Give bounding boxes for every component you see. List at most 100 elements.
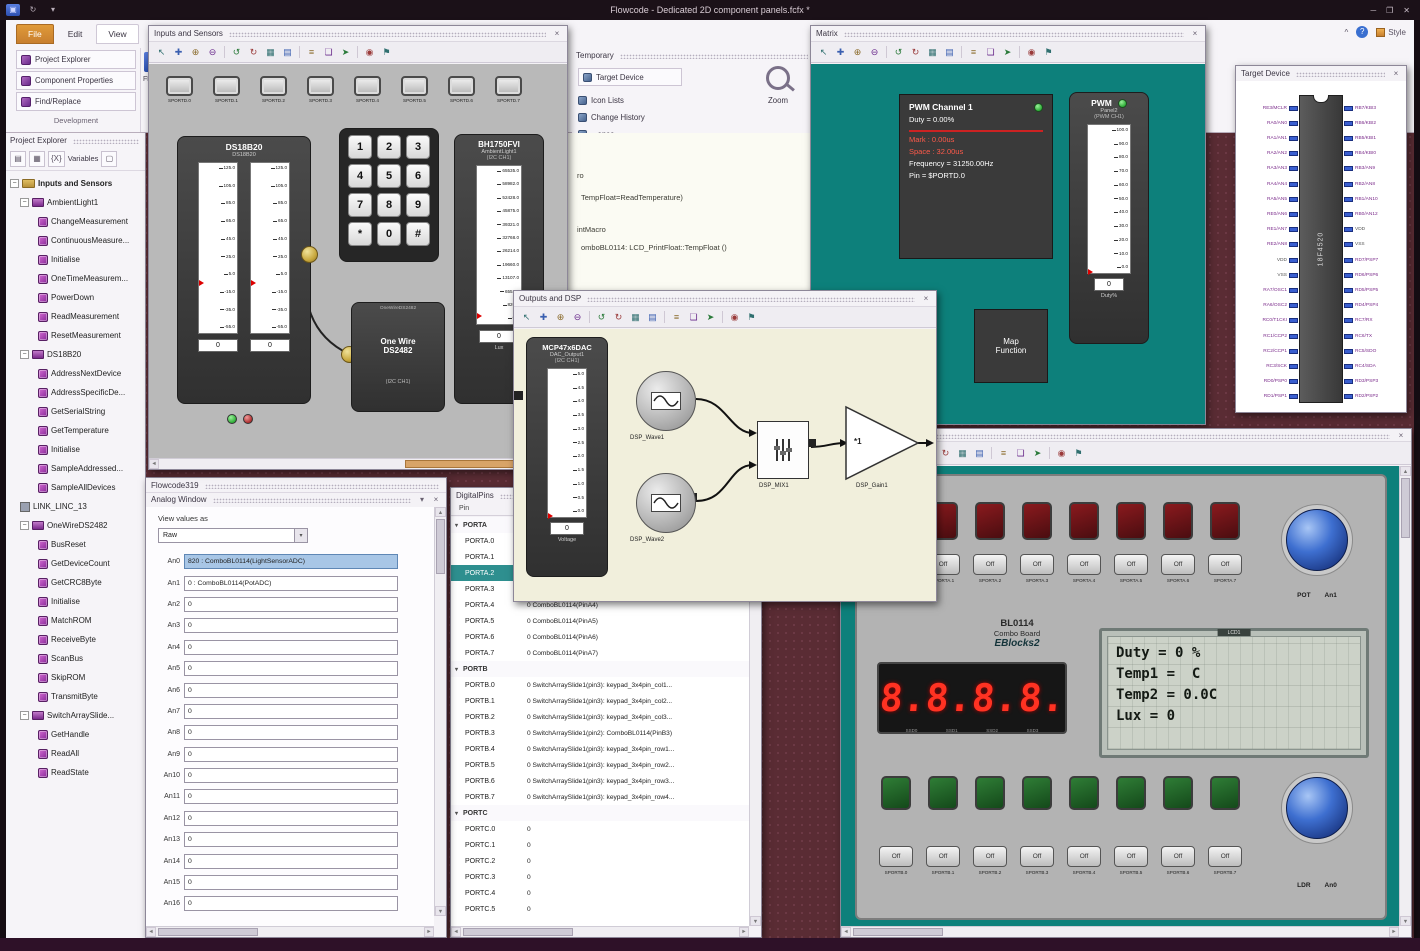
dsp-wave1-component[interactable] (636, 371, 696, 431)
switch-sporta.5[interactable]: Off SPORTA.5 (1114, 554, 1148, 583)
grid-icon[interactable]: ▦ (628, 310, 643, 325)
digital-row-portb[interactable]: ▾ PORTB (451, 661, 749, 677)
mcu-chip[interactable]: 18F4520 (1299, 95, 1343, 403)
scroll-down-icon[interactable]: ▼ (1400, 916, 1411, 926)
scroll-right-icon[interactable]: ► (739, 927, 749, 937)
pin-icon[interactable]: ➤ (703, 310, 718, 325)
tree-item-transmitbyte[interactable]: TransmitByte (6, 687, 145, 706)
tree-item-continuousmeasure-[interactable]: ContinuousMeasure... (6, 231, 145, 250)
switch-sportd.0[interactable]: SPORTD.0 (159, 76, 200, 103)
align-icon[interactable]: ≡ (669, 310, 684, 325)
switch-button[interactable] (354, 76, 381, 96)
tree-item-skiprom[interactable]: SkipROM (6, 668, 145, 687)
close-icon[interactable]: × (1396, 431, 1406, 440)
switch-button[interactable] (495, 76, 522, 96)
push-button[interactable]: Off (1020, 554, 1054, 575)
pin-pad[interactable] (1289, 135, 1298, 141)
scrollbar-thumb[interactable] (405, 460, 523, 468)
ribbon-collapse-button[interactable]: ^ (1344, 28, 1348, 37)
switch-sporta.4[interactable]: Off SPORTA.4 (1067, 554, 1101, 583)
switch-button[interactable] (166, 76, 193, 96)
switch-sportd.7[interactable]: SPORTD.7 (488, 76, 529, 103)
pin-pad[interactable] (1344, 227, 1353, 233)
scrollbar-thumb[interactable] (1401, 478, 1410, 538)
pin-pad[interactable] (1344, 135, 1353, 141)
push-button[interactable]: Off (926, 846, 960, 867)
undo-icon[interactable]: ↺ (891, 45, 906, 60)
expander-icon[interactable]: − (20, 198, 29, 207)
tab-file[interactable]: File (16, 24, 54, 44)
undo-icon[interactable]: ↺ (594, 310, 609, 325)
pwm-slider-component[interactable]: PWM Panel2 (PWM CH1) 100.0 90.0 80.0 70.0 60… (1069, 92, 1149, 344)
redo-icon[interactable]: ↻ (611, 310, 626, 325)
pin-pad[interactable] (1344, 287, 1353, 293)
pin-pad[interactable] (1289, 287, 1298, 293)
pin-pad[interactable] (1289, 272, 1298, 278)
scrollbar-thumb[interactable] (436, 519, 445, 574)
pin-pad[interactable] (1289, 318, 1298, 324)
collapse-icon[interactable]: ▾ (455, 522, 463, 529)
dsp-gain-component[interactable] (846, 407, 918, 479)
analog-value-field[interactable]: 0 (184, 596, 398, 612)
camera-icon[interactable]: ◉ (362, 45, 377, 60)
scroll-left-icon[interactable]: ◄ (149, 459, 159, 469)
pin-pad[interactable] (1344, 333, 1353, 339)
tree-item-matchrom[interactable]: MatchROM (6, 611, 145, 630)
keypad-key[interactable]: 9 (406, 193, 430, 217)
tree-item-initialise[interactable]: Initialise (6, 592, 145, 611)
ldr-knob[interactable] (1281, 772, 1353, 844)
switch-sporta.7[interactable]: Off SPORTA.7 (1208, 554, 1242, 583)
keypad-key[interactable]: 8 (377, 193, 401, 217)
pin-pad[interactable] (1344, 379, 1353, 385)
switch-sportb.2[interactable]: Off SPORTB.2 (973, 846, 1007, 875)
push-button[interactable]: Off (1208, 846, 1242, 867)
switch-sportd.1[interactable]: SPORTD.1 (206, 76, 247, 103)
onewire-connector-1[interactable] (301, 246, 318, 263)
analog-value-field[interactable]: 820 : ComboBL0114(LightSensorADC) (184, 554, 398, 570)
inputs-canvas[interactable]: SPORTD.0 SPORTD.1 SPORTD.2 SPORTD.3 SPORTD.4… (149, 64, 567, 458)
push-button[interactable]: Off (973, 554, 1007, 575)
variables-icon[interactable]: {X} (48, 150, 65, 167)
tree-item-ambientlight1[interactable]: − AmbientLight1 (6, 193, 145, 212)
snap-icon[interactable]: ▤ (942, 45, 957, 60)
pin-pad[interactable] (1344, 257, 1353, 263)
ribbon-toggle-project-explorer[interactable]: Project Explorer (16, 50, 136, 69)
pwm-scope-component[interactable]: PWM Channel 1 Duty = 0.00% Mark : 0.00us… (899, 94, 1053, 259)
keypad-key[interactable]: 3 (406, 135, 430, 159)
eblocks-horizontal-scrollbar[interactable]: ◄ ► (841, 926, 1399, 937)
switch-sportd.6[interactable]: SPORTD.6 (441, 76, 482, 103)
pin-pad[interactable] (1289, 227, 1298, 233)
zoom-out-icon[interactable]: ⊖ (205, 45, 220, 60)
tree-item-gethandle[interactable]: GetHandle (6, 725, 145, 744)
layers-icon[interactable]: ❏ (321, 45, 336, 60)
chevron-down-icon[interactable]: ▾ (294, 529, 307, 542)
map-function-component[interactable]: Map Function (974, 309, 1048, 383)
close-icon[interactable]: × (1391, 69, 1401, 78)
scroll-down-icon[interactable]: ▼ (750, 916, 761, 926)
close-icon[interactable]: × (552, 29, 562, 38)
switch-sporta.3[interactable]: Off SPORTA.3 (1020, 554, 1054, 583)
onewire-component[interactable]: OneWireDS2482 One Wire DS2482 (I2C CH1) (351, 302, 445, 412)
digital-row-portc.4[interactable]: PORTC.4 0 (451, 885, 749, 901)
tree-item-sampleaddressed-[interactable]: SampleAddressed... (6, 459, 145, 478)
close-icon[interactable]: × (921, 294, 931, 303)
inputs-horizontal-scrollbar[interactable]: ◄ ► (149, 458, 567, 469)
digital-row-porta.6[interactable]: PORTA.6 0 ComboBL0114(PinA6) (451, 629, 749, 645)
tab-view[interactable]: View (96, 24, 139, 44)
components-icon[interactable]: ▦ (29, 150, 45, 167)
zoom-out-icon[interactable]: ⊖ (867, 45, 882, 60)
switch-sportb.5[interactable]: Off SPORTB.5 (1114, 846, 1148, 875)
temperature-scale-2[interactable]: 125.0 105.0 85.0 65.0 45.0 25.0 5.0 -15.0 -35.0 -… (250, 162, 290, 334)
expander-icon[interactable]: − (20, 711, 29, 720)
push-button[interactable]: Off (879, 846, 913, 867)
snap-icon[interactable]: ▤ (280, 45, 295, 60)
digital-row-portb.3[interactable]: PORTB.3 0 SwitchArraySlide1(pin2): ComboB… (451, 725, 749, 741)
pin-pad[interactable] (1289, 151, 1298, 157)
tree-item-ds18b20[interactable]: − DS18B20 (6, 345, 145, 364)
keypad-key[interactable]: 0 (377, 222, 401, 246)
pin-pad[interactable] (1289, 120, 1298, 126)
analog-value-field[interactable]: 0 (184, 768, 398, 784)
scroll-left-icon[interactable]: ◄ (841, 927, 851, 937)
pin-pad[interactable] (1289, 348, 1298, 354)
tree-item-samplealldevices[interactable]: SampleAllDevices (6, 478, 145, 497)
